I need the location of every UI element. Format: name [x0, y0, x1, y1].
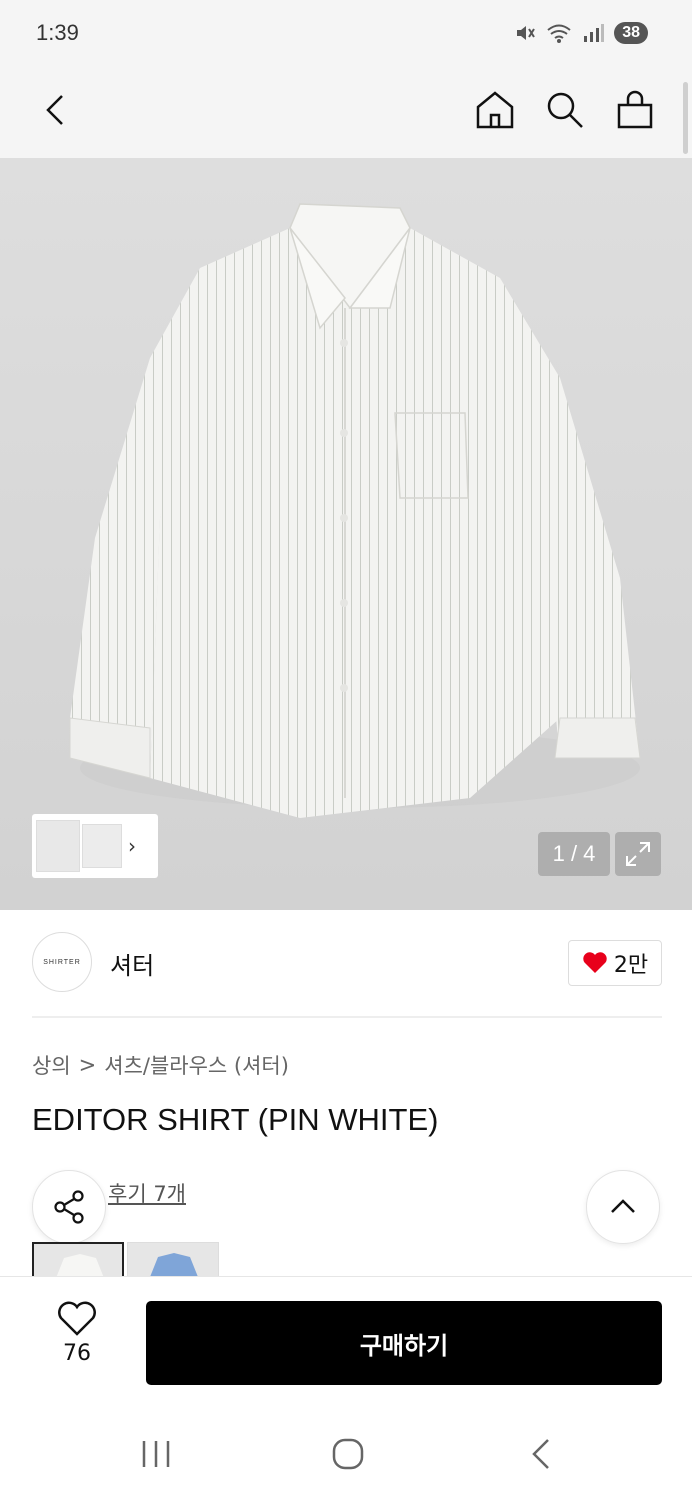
brand-name[interactable]: 셔터: [110, 946, 154, 981]
breadcrumb-category[interactable]: 상의: [32, 1050, 71, 1080]
wishlist-button[interactable]: 76: [46, 1301, 108, 1381]
thumbnail-image[interactable]: [36, 820, 80, 872]
breadcrumb-subcategory[interactable]: 셔츠/블라우스 (셔터): [104, 1050, 289, 1080]
product-image-gallery[interactable]: › 1 / 4: [0, 158, 692, 910]
home-icon: [476, 91, 514, 129]
home-circle-icon: [332, 1438, 364, 1470]
brand-logo[interactable]: SHIRTER: [32, 932, 92, 992]
bottom-purchase-bar: 76 구매하기: [0, 1276, 692, 1406]
product-title: EDITOR SHIRT (PIN WHITE): [32, 1102, 439, 1137]
back-nav-icon: [532, 1439, 549, 1469]
breadcrumb-separator: >: [78, 1053, 97, 1077]
review-link[interactable]: 후기 7개: [108, 1178, 186, 1208]
scroll-indicator: [683, 82, 688, 154]
image-page-counter: 1 / 4: [538, 832, 610, 876]
cart-button[interactable]: [614, 86, 656, 134]
share-button[interactable]: [32, 1170, 106, 1244]
swatch-shirt-white: [56, 1254, 104, 1276]
mute-icon: [517, 26, 536, 40]
back-nav-button[interactable]: [522, 1434, 562, 1474]
recent-apps-icon: [142, 1441, 170, 1467]
breadcrumb: 상의 > 셔츠/블라우스 (셔터): [32, 1050, 289, 1080]
status-icons: 38: [514, 22, 648, 44]
color-option-blue[interactable]: [127, 1242, 219, 1276]
home-nav-button[interactable]: [328, 1434, 368, 1474]
expand-icon: [626, 842, 650, 866]
top-nav: [0, 70, 692, 158]
search-button[interactable]: [544, 86, 586, 134]
home-button[interactable]: [474, 86, 516, 134]
chevron-up-icon: [611, 1199, 635, 1213]
system-nav-bar: [0, 1406, 692, 1500]
shopping-bag-icon: [617, 90, 653, 129]
heart-icon: [583, 952, 607, 973]
brand-row[interactable]: SHIRTER 셔터 2만: [32, 932, 662, 994]
thumbnail-strip[interactable]: ›: [32, 814, 158, 878]
search-icon: [547, 92, 583, 128]
thumbnail-image[interactable]: [82, 824, 122, 868]
share-icon: [54, 1190, 84, 1224]
scroll-to-top-button[interactable]: [586, 1170, 660, 1244]
wishlist-count: 76: [63, 1341, 91, 1366]
back-icon: [46, 95, 63, 125]
product-image: [69, 203, 641, 818]
buy-button[interactable]: 구매하기: [146, 1301, 662, 1385]
brand-like-count: 2만: [613, 953, 649, 978]
swatch-shirt-blue: [150, 1253, 198, 1276]
brand-like-button[interactable]: 2만: [568, 940, 662, 986]
expand-button[interactable]: [615, 832, 661, 876]
color-option-white[interactable]: [32, 1242, 124, 1276]
wifi-icon: [547, 24, 571, 43]
status-bar: 1:39 38: [0, 0, 692, 70]
heart-outline-icon: [58, 1301, 96, 1336]
battery-indicator: 38: [614, 22, 648, 44]
chevron-right-icon: ›: [128, 834, 136, 858]
back-button[interactable]: [36, 90, 76, 130]
status-time: 1:39: [36, 20, 79, 45]
divider: [32, 1016, 662, 1018]
signal-icon: [584, 24, 605, 42]
recent-apps-button[interactable]: [136, 1434, 176, 1474]
